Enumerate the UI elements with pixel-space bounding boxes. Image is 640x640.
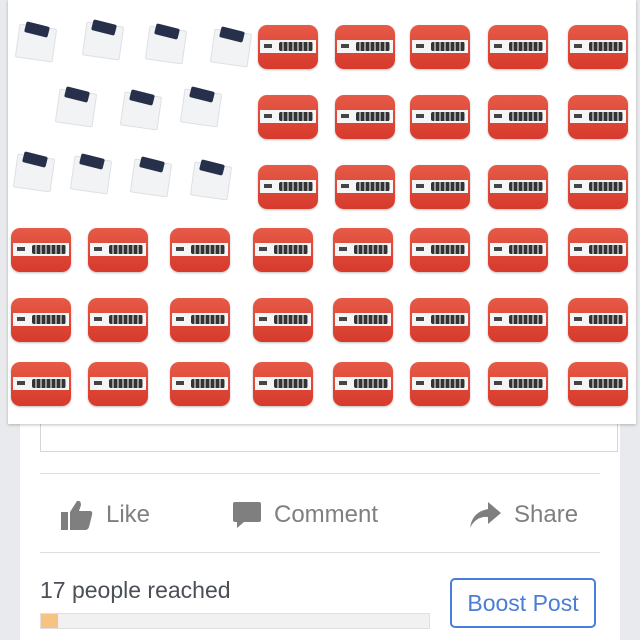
red-pouch-tile	[410, 228, 470, 272]
red-pouch-tile	[253, 362, 313, 406]
clear-pack-tile	[53, 85, 98, 128]
red-pouch-tile	[410, 165, 470, 209]
red-pouch-tile	[11, 298, 71, 342]
share-button[interactable]: Share	[468, 477, 578, 552]
red-pouch-tile	[568, 228, 628, 272]
red-pouch-tile	[253, 298, 313, 342]
red-pouch-tile	[410, 95, 470, 139]
red-pouch-tile	[88, 362, 148, 406]
red-pouch-tile	[410, 362, 470, 406]
red-pouch-tile	[488, 362, 548, 406]
red-pouch-tile	[170, 362, 230, 406]
red-pouch-tile	[333, 228, 393, 272]
like-button[interactable]: Like	[60, 477, 150, 552]
reach-count: 17 people reached	[40, 577, 231, 603]
red-pouch-tile	[335, 165, 395, 209]
clear-pack-tile	[118, 88, 163, 131]
red-pouch-tile	[568, 298, 628, 342]
share-icon	[468, 500, 502, 530]
red-pouch-tile	[335, 95, 395, 139]
post-card: Like Comment Share 17 people reached Boo…	[20, 405, 620, 640]
comment-button[interactable]: Comment	[232, 477, 378, 552]
red-pouch-tile	[88, 298, 148, 342]
clear-pack-tile	[208, 25, 253, 68]
post-actions: Like Comment Share	[20, 477, 620, 552]
clear-pack-tile	[11, 150, 56, 193]
red-pouch-tile	[410, 25, 470, 69]
red-pouch-tile	[568, 95, 628, 139]
red-pouch-tile	[488, 165, 548, 209]
divider	[40, 552, 600, 553]
red-pouch-tile	[568, 362, 628, 406]
red-pouch-tile	[488, 95, 548, 139]
red-pouch-tile	[335, 25, 395, 69]
reach-progress-bar	[40, 613, 430, 629]
red-pouch-tile	[568, 25, 628, 69]
boost-post-button[interactable]: Boost Post	[450, 578, 596, 628]
red-pouch-tile	[488, 228, 548, 272]
red-pouch-tile	[488, 25, 548, 69]
reach-progress-fill	[41, 614, 59, 628]
clear-pack-tile	[178, 85, 223, 128]
clear-pack-tile	[68, 152, 113, 195]
comment-label: Comment	[274, 500, 379, 528]
red-pouch-tile	[11, 362, 71, 406]
red-pouch-tile	[258, 25, 318, 69]
red-pouch-tile	[170, 298, 230, 342]
red-pouch-tile	[88, 228, 148, 272]
clear-pack-tile	[188, 158, 233, 201]
clear-pack-tile	[143, 22, 188, 65]
red-pouch-tile	[333, 298, 393, 342]
red-pouch-tile	[253, 228, 313, 272]
red-pouch-tile	[170, 228, 230, 272]
red-pouch-tile	[488, 298, 548, 342]
comment-icon	[232, 500, 262, 530]
divider	[40, 473, 600, 474]
like-label: Like	[106, 500, 151, 528]
post-photo[interactable]	[8, 0, 636, 424]
thumbs-up-icon	[60, 499, 94, 531]
clear-pack-tile	[128, 155, 173, 198]
red-pouch-tile	[258, 95, 318, 139]
share-label: Share	[514, 500, 579, 528]
red-pouch-tile	[258, 165, 318, 209]
red-pouch-tile	[410, 298, 470, 342]
red-pouch-tile	[568, 165, 628, 209]
clear-pack-tile	[13, 20, 58, 63]
red-pouch-tile	[11, 228, 71, 272]
red-pouch-tile	[333, 362, 393, 406]
clear-pack-tile	[80, 18, 125, 61]
